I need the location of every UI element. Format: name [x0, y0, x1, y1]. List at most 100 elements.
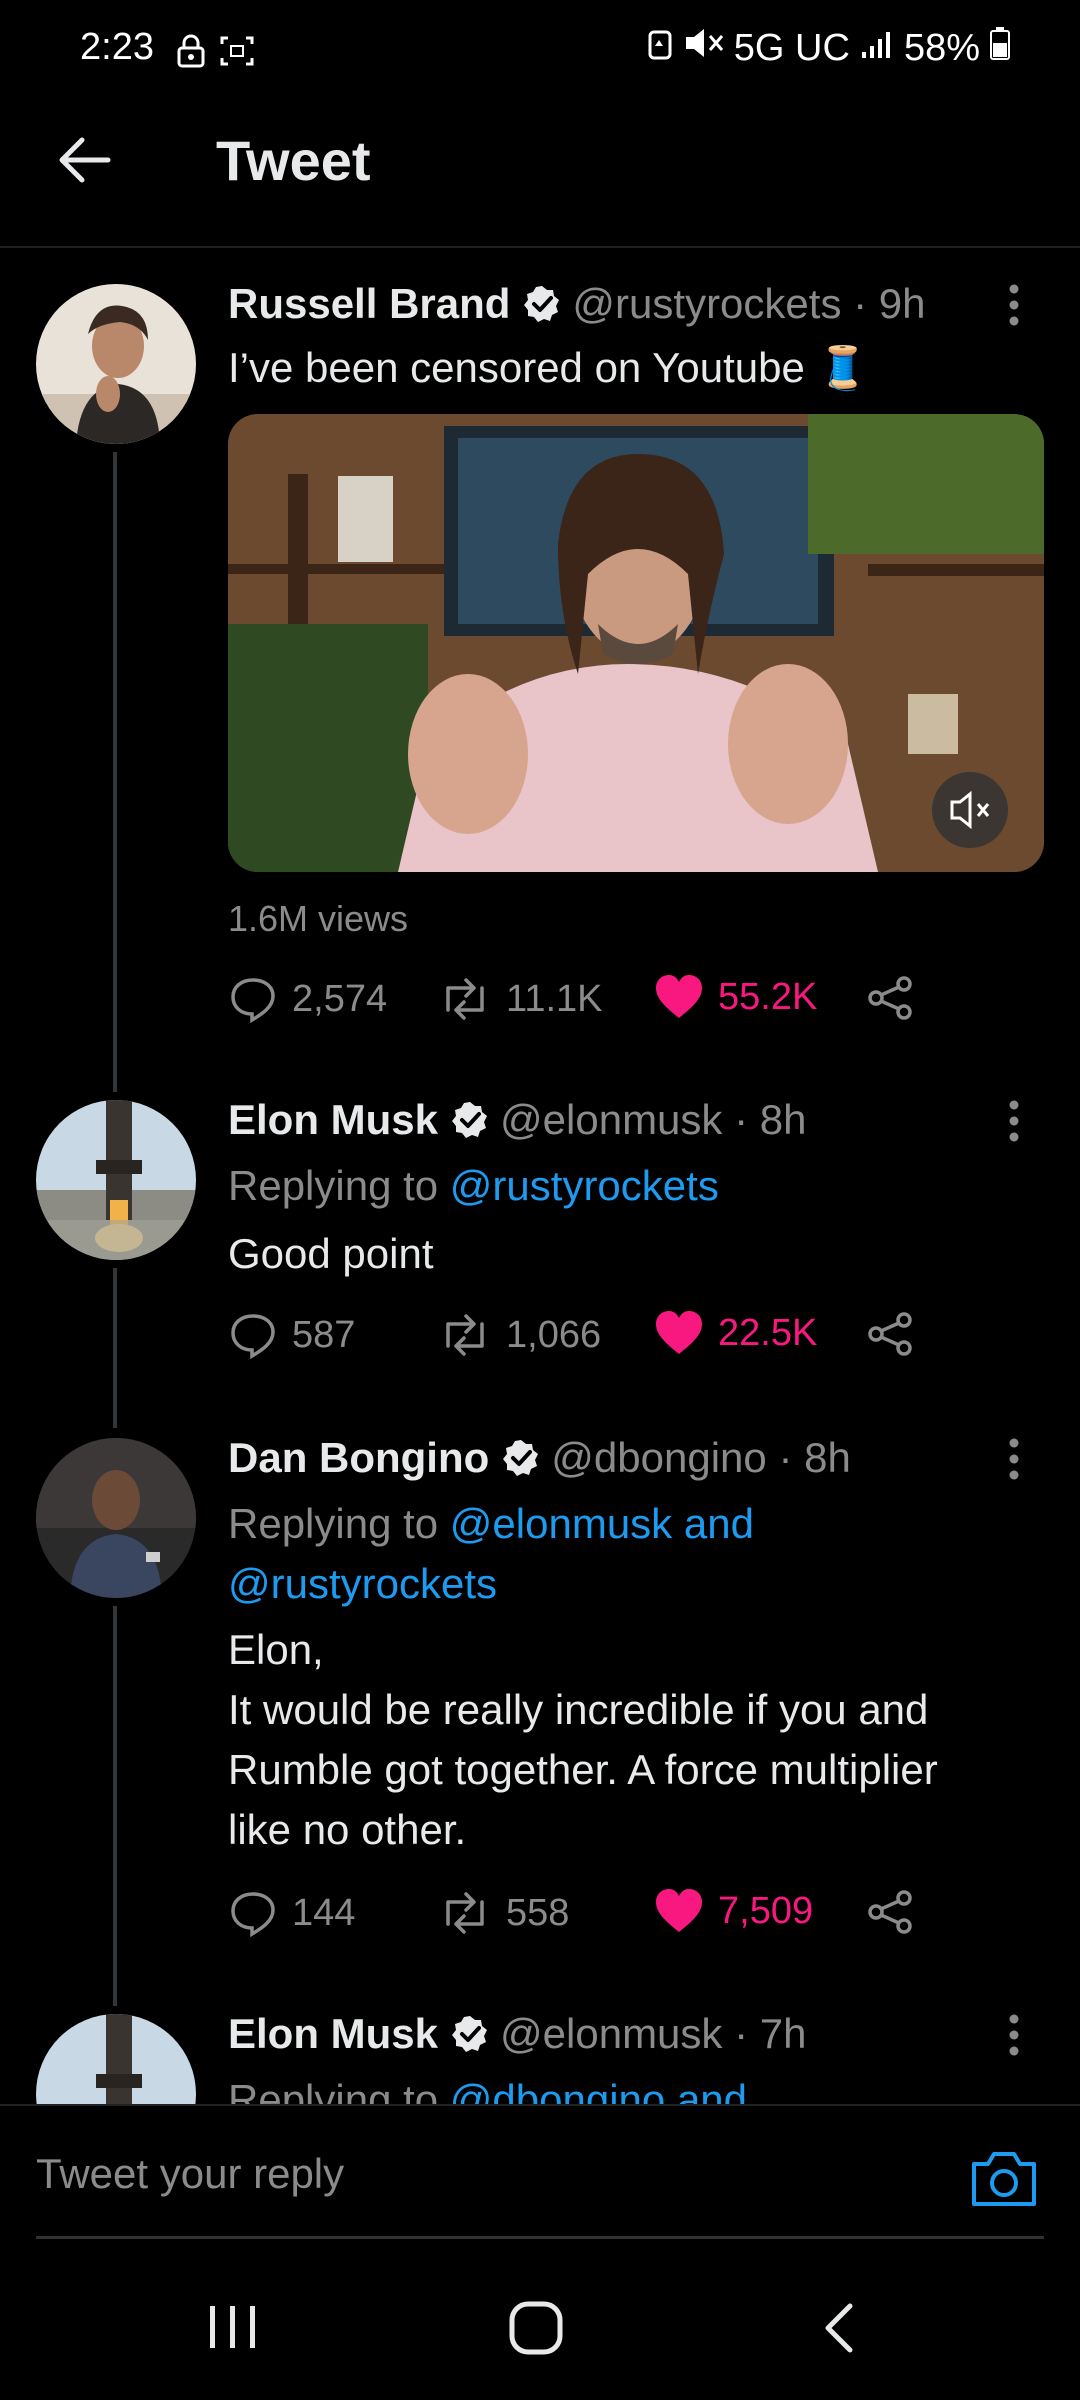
mute-icon [684, 26, 724, 70]
like-count: 7,509 [718, 1889, 814, 1932]
replying-to-label: Replying to [228, 1162, 450, 1209]
reply-button[interactable]: 144 [228, 1888, 355, 1938]
tweet-actions: 587 1,066 22.5K [228, 1310, 928, 1370]
author-name[interactable]: Elon Musk [228, 1096, 438, 1144]
more-options-icon[interactable] [1006, 1436, 1022, 1482]
reply-icon [231, 978, 275, 1024]
tweet-header: Elon Musk @elonmusk · 7h [228, 2010, 806, 2058]
reply-underline [36, 2236, 1044, 2239]
thread-line [113, 1606, 117, 2006]
author-handle[interactable]: @rustyrockets [572, 280, 841, 328]
like-button[interactable]: 55.2K [654, 974, 817, 1020]
verified-badge-icon [450, 2014, 490, 2054]
retweet-icon [446, 1892, 484, 1934]
like-button[interactable]: 7,509 [654, 1888, 813, 1934]
tweet-time: 8h [759, 1096, 807, 1143]
avatar[interactable] [36, 284, 196, 444]
mention-link[interactable]: @rustyrockets [228, 1560, 497, 1607]
retweet-count: 1,066 [506, 1313, 602, 1356]
share-button[interactable] [866, 974, 928, 1022]
alarm-icon [646, 26, 674, 70]
tweet-actions: 144 558 7,509 [228, 1888, 928, 1948]
back-nav-icon[interactable] [818, 2302, 858, 2359]
tweet-header: Elon Musk @elonmusk · 8h [228, 1096, 806, 1144]
verified-badge-icon [522, 284, 562, 324]
heart-icon [656, 1311, 702, 1354]
lock-icon [176, 34, 206, 73]
camera-icon[interactable] [970, 2150, 1038, 2208]
share-button[interactable] [866, 1310, 928, 1358]
tweet-text: Good point [228, 1230, 434, 1277]
tweet-text: Elon, It would be really incredible if y… [228, 1620, 1028, 1860]
status-time: 2:23 [80, 26, 154, 68]
verified-badge-icon [501, 1438, 541, 1478]
like-count: 22.5K [718, 1311, 818, 1354]
tweet-video[interactable] [228, 414, 1044, 872]
retweet-icon [446, 978, 484, 1020]
retweet-button[interactable]: 11.1K [438, 974, 602, 1024]
status-right: 5G UC 58% [646, 26, 1010, 70]
retweet-button[interactable]: 1,066 [438, 1310, 601, 1360]
mention-link[interactable]: @rustyrockets [450, 1162, 719, 1209]
author-handle[interactable]: @elonmusk [500, 1096, 722, 1144]
recent-apps-icon[interactable] [206, 2302, 260, 2357]
avatar[interactable] [36, 1100, 196, 1260]
author-name[interactable]: Russell Brand [228, 280, 510, 328]
tweet-text: I’ve been censored on Youtube 🧵 [228, 344, 869, 391]
separator-dot: · [766, 1434, 805, 1481]
separator-dot: · [841, 280, 879, 327]
replying-to-label: Replying to [228, 1500, 450, 1547]
battery-label: 58% [903, 26, 980, 69]
network-label: 5G UC [733, 26, 850, 69]
share-icon [868, 976, 912, 1020]
system-nav-bar [0, 2240, 1080, 2400]
replying-to: Replying to @rustyrockets [228, 1156, 1028, 1216]
like-count: 55.2K [718, 975, 818, 1018]
reply-button[interactable]: 587 [228, 1310, 355, 1360]
author-name[interactable]: Dan Bongino [228, 1434, 489, 1482]
header-divider [0, 246, 1080, 248]
reply-icon [231, 1892, 275, 1938]
view-count: 1.6M views [228, 898, 409, 939]
separator-dot: · [722, 1096, 760, 1143]
mention-link[interactable]: @elonmusk and [450, 1500, 754, 1547]
retweet-icon [446, 1314, 484, 1356]
tweet-header: Russell Brand @rustyrockets · 9h [228, 280, 926, 328]
avatar[interactable] [36, 1438, 196, 1598]
separator-dot: · [722, 2010, 760, 2057]
tweet-actions: 2,574 11.1K 55.2K [228, 974, 928, 1034]
screenshot-icon [220, 36, 254, 71]
author-handle[interactable]: @dbongino [551, 1434, 766, 1482]
reply-count: 587 [292, 1313, 356, 1356]
replying-to: Replying to @elonmusk and @rustyrockets [228, 1494, 1028, 1614]
more-options-icon[interactable] [1006, 2012, 1022, 2058]
tweet-text-line: It would be really incredible if you and [228, 1686, 929, 1733]
heart-icon [656, 975, 702, 1018]
tweet-time: 9h [878, 280, 926, 327]
share-button[interactable] [866, 1888, 928, 1936]
author-name[interactable]: Elon Musk [228, 2010, 438, 2058]
tweet-text-line: Elon, [228, 1626, 324, 1673]
tweet-text-line: Rumble got together. A force multiplier [228, 1746, 938, 1793]
reply-count: 144 [292, 1891, 356, 1934]
signal-icon [860, 27, 894, 70]
reply-count: 2,574 [292, 977, 388, 1020]
tweet-header: Dan Bongino @dbongino · 8h [228, 1434, 851, 1482]
share-icon [868, 1890, 912, 1934]
back-arrow-icon[interactable] [54, 130, 114, 190]
retweet-button[interactable]: 558 [438, 1888, 569, 1938]
retweet-count: 11.1K [506, 977, 603, 1020]
tweet-time: 7h [759, 2010, 807, 2057]
home-icon[interactable] [508, 2300, 564, 2361]
more-options-icon[interactable] [1006, 1098, 1022, 1144]
reply-input[interactable]: Tweet your reply [36, 2150, 344, 2198]
like-button[interactable]: 22.5K [654, 1310, 817, 1356]
tweet-text-line: like no other. [228, 1806, 467, 1853]
more-options-icon[interactable] [1006, 282, 1022, 328]
tweet-time: 8h [804, 1434, 851, 1481]
reply-button[interactable]: 2,574 [228, 974, 387, 1024]
thread-line [113, 452, 117, 1092]
author-handle[interactable]: @elonmusk [500, 2010, 722, 2058]
share-icon [868, 1312, 912, 1356]
verified-badge-icon [450, 1100, 490, 1140]
